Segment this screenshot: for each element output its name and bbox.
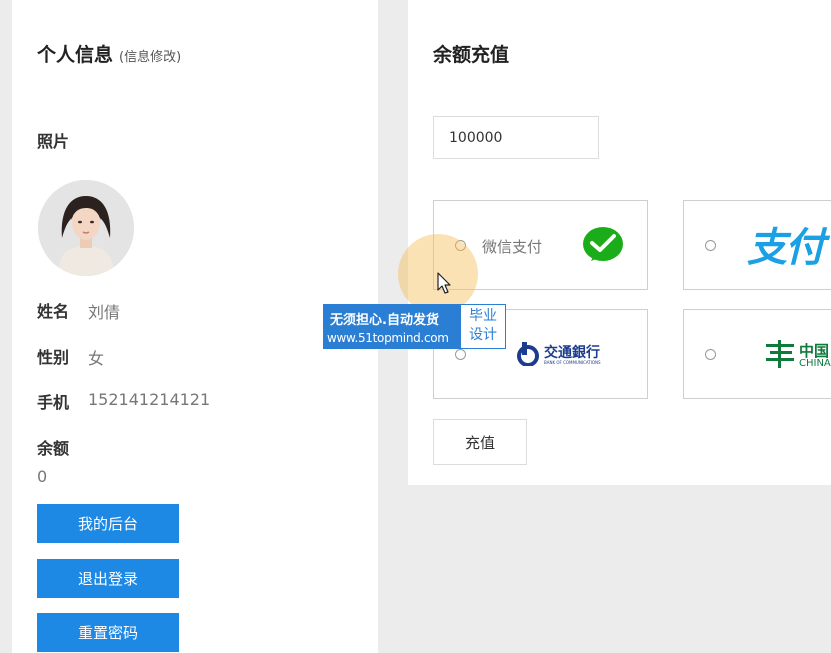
bocom-name-cn: 交通銀行 <box>544 345 600 361</box>
wechat-pay-label: 微信支付 <box>482 238 543 256</box>
postal-bank-radio[interactable] <box>705 349 716 360</box>
phone-value: 152141214121 <box>88 390 211 409</box>
edit-profile-link[interactable]: (信息修改) <box>119 50 181 65</box>
bocom-name-en: BANK OF COMMUNICATIONS <box>544 360 601 365</box>
watermark-url: www.51topmind.com <box>327 331 449 345</box>
profile-title: 个人信息 (信息修改) <box>37 40 181 67</box>
watermark-banner: 无须担心.自动发货 www.51topmind.com 毕业 设计 <box>323 304 506 349</box>
watermark-side-line2: 设计 <box>469 327 497 343</box>
recharge-title: 余额充值 <box>433 44 510 66</box>
balance-label: 余额 <box>37 439 70 458</box>
amount-input[interactable] <box>433 116 599 159</box>
watermark-side: 毕业 设计 <box>461 305 505 348</box>
gender-value: 女 <box>88 349 105 368</box>
postal-bank-name-en: CHINA <box>799 358 831 369</box>
profile-title-text: 个人信息 <box>37 44 114 66</box>
balance-value: 0 <box>37 467 48 486</box>
mouse-pointer-icon <box>437 272 451 294</box>
logout-button[interactable]: 退出登录 <box>37 559 179 598</box>
phone-label: 手机 <box>37 393 70 412</box>
bocom-logo-icon <box>517 342 539 366</box>
photo-label: 照片 <box>37 132 70 151</box>
name-label: 姓名 <box>37 302 70 321</box>
watermark-side-line1: 毕业 <box>469 308 497 324</box>
name-value: 刘倩 <box>88 303 121 322</box>
avatar <box>38 180 134 276</box>
wechat-icon <box>583 227 623 261</box>
watermark-main: 无须担心.自动发货 www.51topmind.com <box>324 305 461 348</box>
my-dashboard-button[interactable]: 我的后台 <box>37 504 179 543</box>
bocom-radio[interactable] <box>455 349 466 360</box>
alipay-option[interactable]: 支付 <box>683 200 831 290</box>
recharge-button[interactable]: 充值 <box>433 419 527 465</box>
alipay-radio[interactable] <box>705 240 716 251</box>
avatar-image <box>38 180 134 276</box>
gender-label: 性别 <box>37 348 70 367</box>
postal-bank-logo-icon <box>766 340 794 368</box>
postal-bank-option[interactable]: 中国 CHINA <box>683 309 831 399</box>
watermark-slogan: 无须担心.自动发货 <box>330 313 439 328</box>
reset-password-button[interactable]: 重置密码 <box>37 613 179 652</box>
recharge-panel: 余额充值 微信支付 支付 交通銀行 BANK OF COMMUNICATIONS <box>408 0 831 485</box>
alipay-logo: 支付 <box>747 225 825 271</box>
